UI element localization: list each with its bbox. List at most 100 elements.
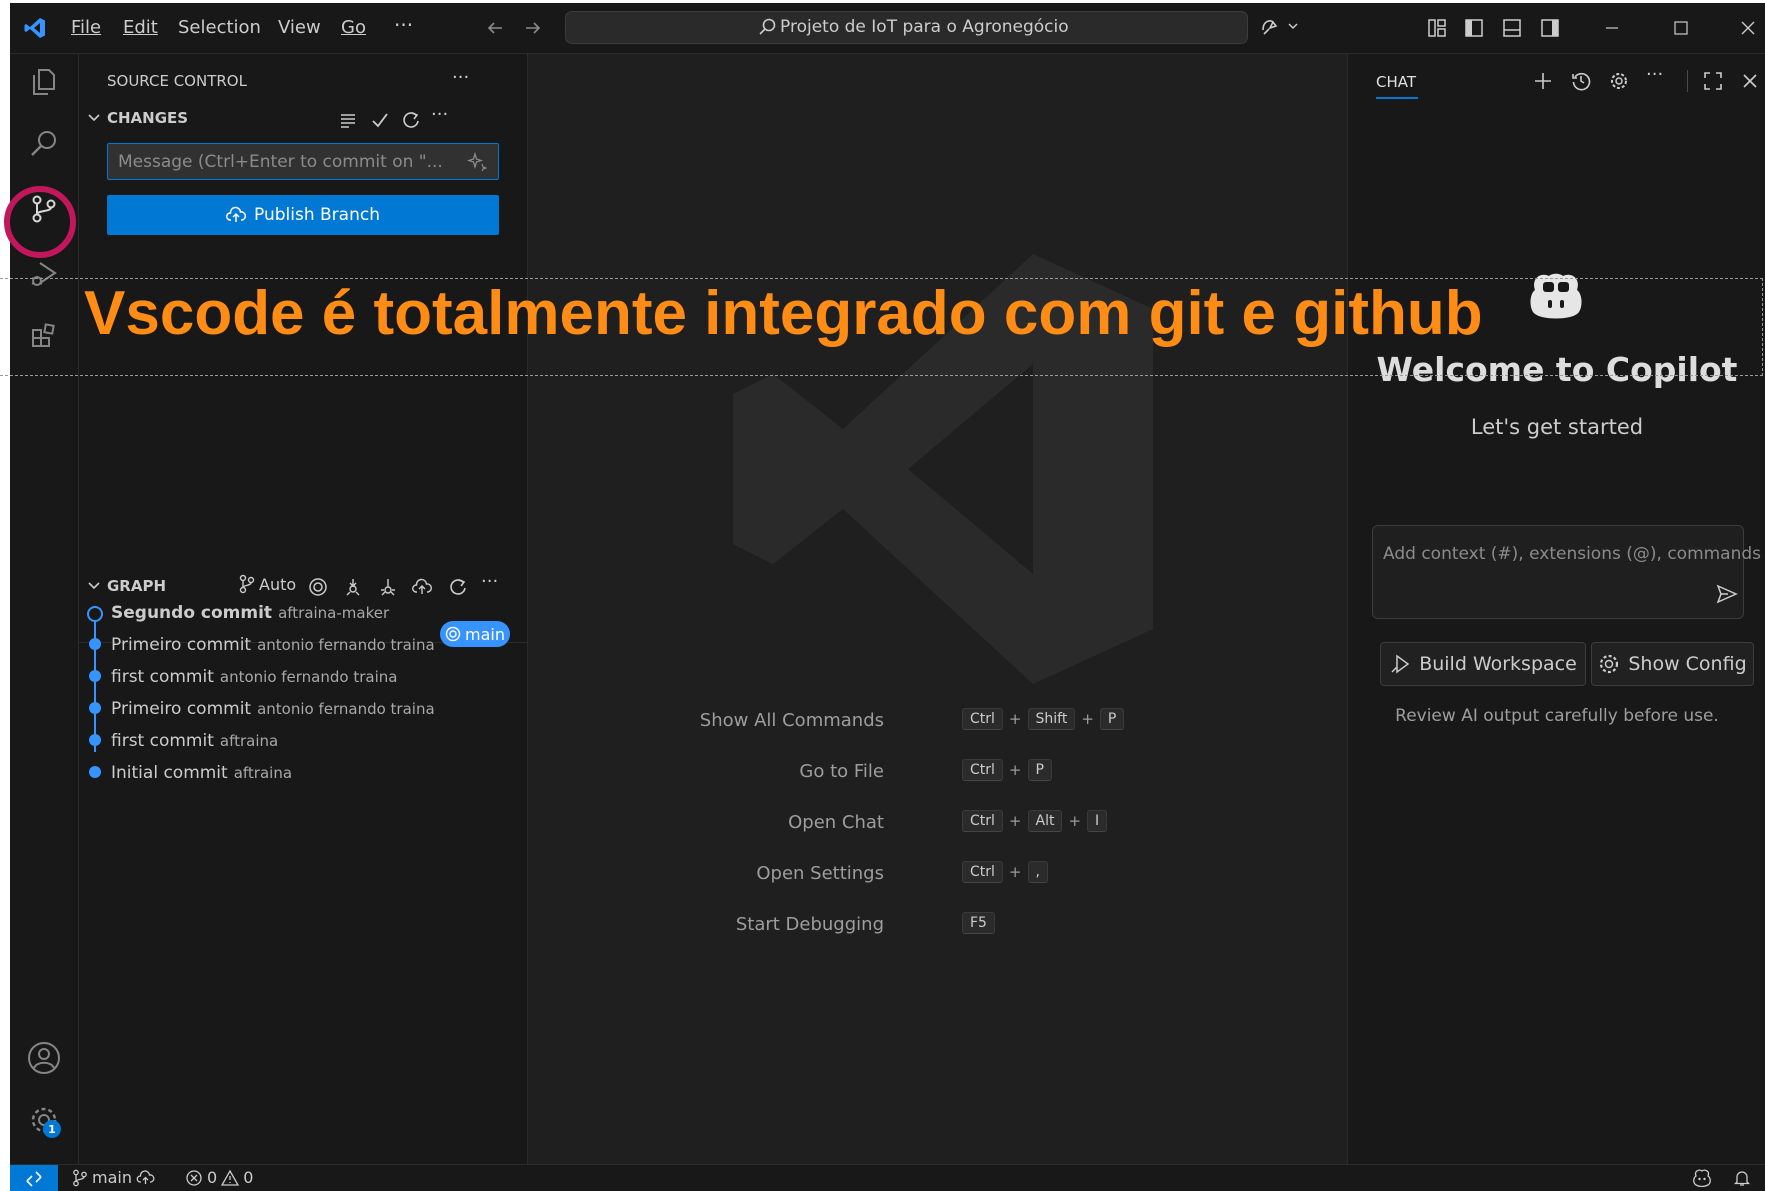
changes-more-button[interactable]: ··· (431, 104, 448, 125)
fetch-icon[interactable] (341, 575, 365, 599)
warning-count: 0 (243, 1168, 254, 1187)
commit-author: aftraina (233, 764, 293, 782)
workspace-title: Projeto de IoT para o Agronegócio (780, 17, 1069, 37)
commit-message: Primeiro commit (111, 699, 252, 719)
gear-icon (1600, 654, 1619, 674)
problems-status[interactable]: 0 0 (185, 1168, 253, 1187)
sparkle-icon[interactable] (465, 150, 489, 174)
chat-input[interactable]: Add context (#), extensions (@), command… (1372, 525, 1761, 619)
menu-more[interactable]: ··· (394, 13, 413, 37)
commit-author: antonio fernando traina (219, 668, 398, 686)
menu-selection[interactable]: Selection (178, 17, 261, 38)
graph-more-button[interactable]: ··· (481, 571, 498, 592)
publish-cloud-icon (136, 1169, 155, 1184)
editor-area: Show All Commands Ctrl + Shift + P Go to F… (528, 54, 1346, 1164)
commit-row[interactable]: first commit aftraina (111, 731, 278, 751)
minimize-icon[interactable] (1597, 16, 1627, 40)
key: Ctrl (962, 759, 1003, 781)
menu-go[interactable]: Go (341, 17, 366, 38)
send-icon[interactable] (1715, 582, 1739, 606)
commit-node (89, 638, 101, 650)
branch-status[interactable]: main (72, 1168, 156, 1187)
maximize-icon[interactable] (1666, 16, 1696, 40)
commit-row[interactable]: Primeiro commit antonio fernando traina (111, 699, 435, 719)
commit-row[interactable]: Segundo commit aftraina-maker (111, 603, 389, 623)
toggle-secondary-sidebar-icon[interactable] (1537, 16, 1563, 40)
commit-message: Primeiro commit (111, 635, 252, 655)
commit-author: antonio fernando traina (257, 636, 435, 654)
toggle-panel-icon[interactable] (1499, 16, 1525, 40)
key: F5 (962, 912, 995, 934)
commit-message: Initial commit (111, 763, 228, 783)
sidebar-more-button[interactable]: ··· (452, 67, 469, 88)
shortcut-keys: Ctrl + Alt + I (962, 810, 1108, 832)
history-icon[interactable] (1568, 68, 1594, 94)
layout-customize-icon[interactable] (1424, 16, 1450, 40)
commit-author: aftraina (219, 732, 279, 750)
explorer-icon[interactable] (24, 62, 64, 102)
run-icon (1391, 654, 1410, 674)
graph-label: GRAPH (107, 577, 167, 595)
commit-row[interactable]: Primeiro commit antonio fernando traina (111, 635, 435, 655)
search-activity-icon[interactable] (24, 124, 64, 164)
branch-icon (239, 574, 255, 594)
remote-indicator[interactable] (10, 1165, 58, 1191)
chat-panel: CHAT ··· Welcome to Copilot Let's get st… (1347, 54, 1765, 1164)
chat-settings-gear-icon[interactable] (1606, 68, 1632, 94)
branch-badge-main: main (440, 621, 510, 647)
menu-edit[interactable]: Edit (123, 17, 158, 38)
commit-message-input[interactable]: Message (Ctrl+Enter to commit on "... (107, 143, 499, 180)
graph-refresh-icon[interactable] (446, 575, 470, 599)
graph-section-header[interactable]: GRAPH (87, 577, 166, 595)
commit-message-placeholder: Message (Ctrl+Enter to commit on "... (118, 152, 443, 172)
commit-row[interactable]: first commit antonio fernando traina (111, 667, 397, 687)
accounts-icon[interactable] (24, 1038, 64, 1078)
chat-tab[interactable]: CHAT (1376, 73, 1416, 91)
new-chat-plus-icon[interactable] (1530, 68, 1556, 94)
menu-view[interactable]: View (278, 17, 321, 38)
shortcut-label: Start Debugging (735, 914, 884, 935)
commit-check-icon[interactable] (368, 108, 392, 132)
commit-row[interactable]: Initial commit aftraina (111, 763, 292, 783)
refresh-icon[interactable] (399, 108, 423, 132)
remote-icon (26, 1170, 42, 1187)
separator (1687, 70, 1688, 92)
chevron-down-icon (88, 582, 100, 590)
graph-branch-auto[interactable]: Auto (238, 574, 296, 594)
error-icon (186, 1169, 202, 1186)
show-config-button[interactable]: Show Config (1591, 642, 1754, 686)
back-arrow-icon[interactable] (482, 15, 508, 41)
close-window-icon[interactable] (1733, 16, 1763, 40)
view-as-list-icon[interactable] (336, 108, 360, 132)
copilot-menu-icon[interactable] (1256, 13, 1304, 41)
title-bar: File Edit Selection View Go ··· Projeto … (10, 3, 1765, 54)
welcome-subtitle: Let's get started (1470, 415, 1644, 439)
notifications-bell-icon[interactable] (1730, 1167, 1754, 1189)
forward-arrow-icon[interactable] (520, 15, 546, 41)
push-cloud-icon[interactable] (410, 575, 434, 599)
vscode-window: File Edit Selection View Go ··· Projeto … (10, 3, 1765, 1191)
publish-branch-button[interactable]: Publish Branch (107, 195, 499, 235)
close-chat-icon[interactable] (1737, 68, 1763, 94)
changes-label: CHANGES (107, 109, 189, 127)
chat-more-button[interactable]: ··· (1646, 64, 1663, 85)
target-icon[interactable] (306, 575, 330, 599)
key: Alt (1027, 810, 1063, 832)
commit-node (89, 702, 101, 714)
branch-icon (73, 1169, 87, 1186)
shortcut-label: Open Chat (788, 812, 884, 833)
source-control-highlight-ring (4, 186, 76, 258)
maximize-chat-icon[interactable] (1700, 68, 1726, 94)
error-count: 0 (207, 1168, 218, 1187)
pull-icon[interactable] (376, 575, 400, 599)
build-workspace-button[interactable]: Build Workspace (1380, 642, 1586, 686)
ai-disclaimer: Review AI output carefully before use. (1395, 706, 1719, 726)
commit-node (89, 670, 101, 682)
changes-section-header[interactable]: CHANGES (87, 109, 188, 127)
target-icon (445, 626, 461, 642)
copilot-status-icon[interactable] (1690, 1167, 1714, 1189)
overlay-caption: Vscode é totalmente integrado com git e … (84, 279, 1483, 348)
toggle-primary-sidebar-icon[interactable] (1461, 16, 1487, 40)
vscode-logo-icon (20, 13, 50, 43)
menu-file[interactable]: File (71, 17, 101, 38)
